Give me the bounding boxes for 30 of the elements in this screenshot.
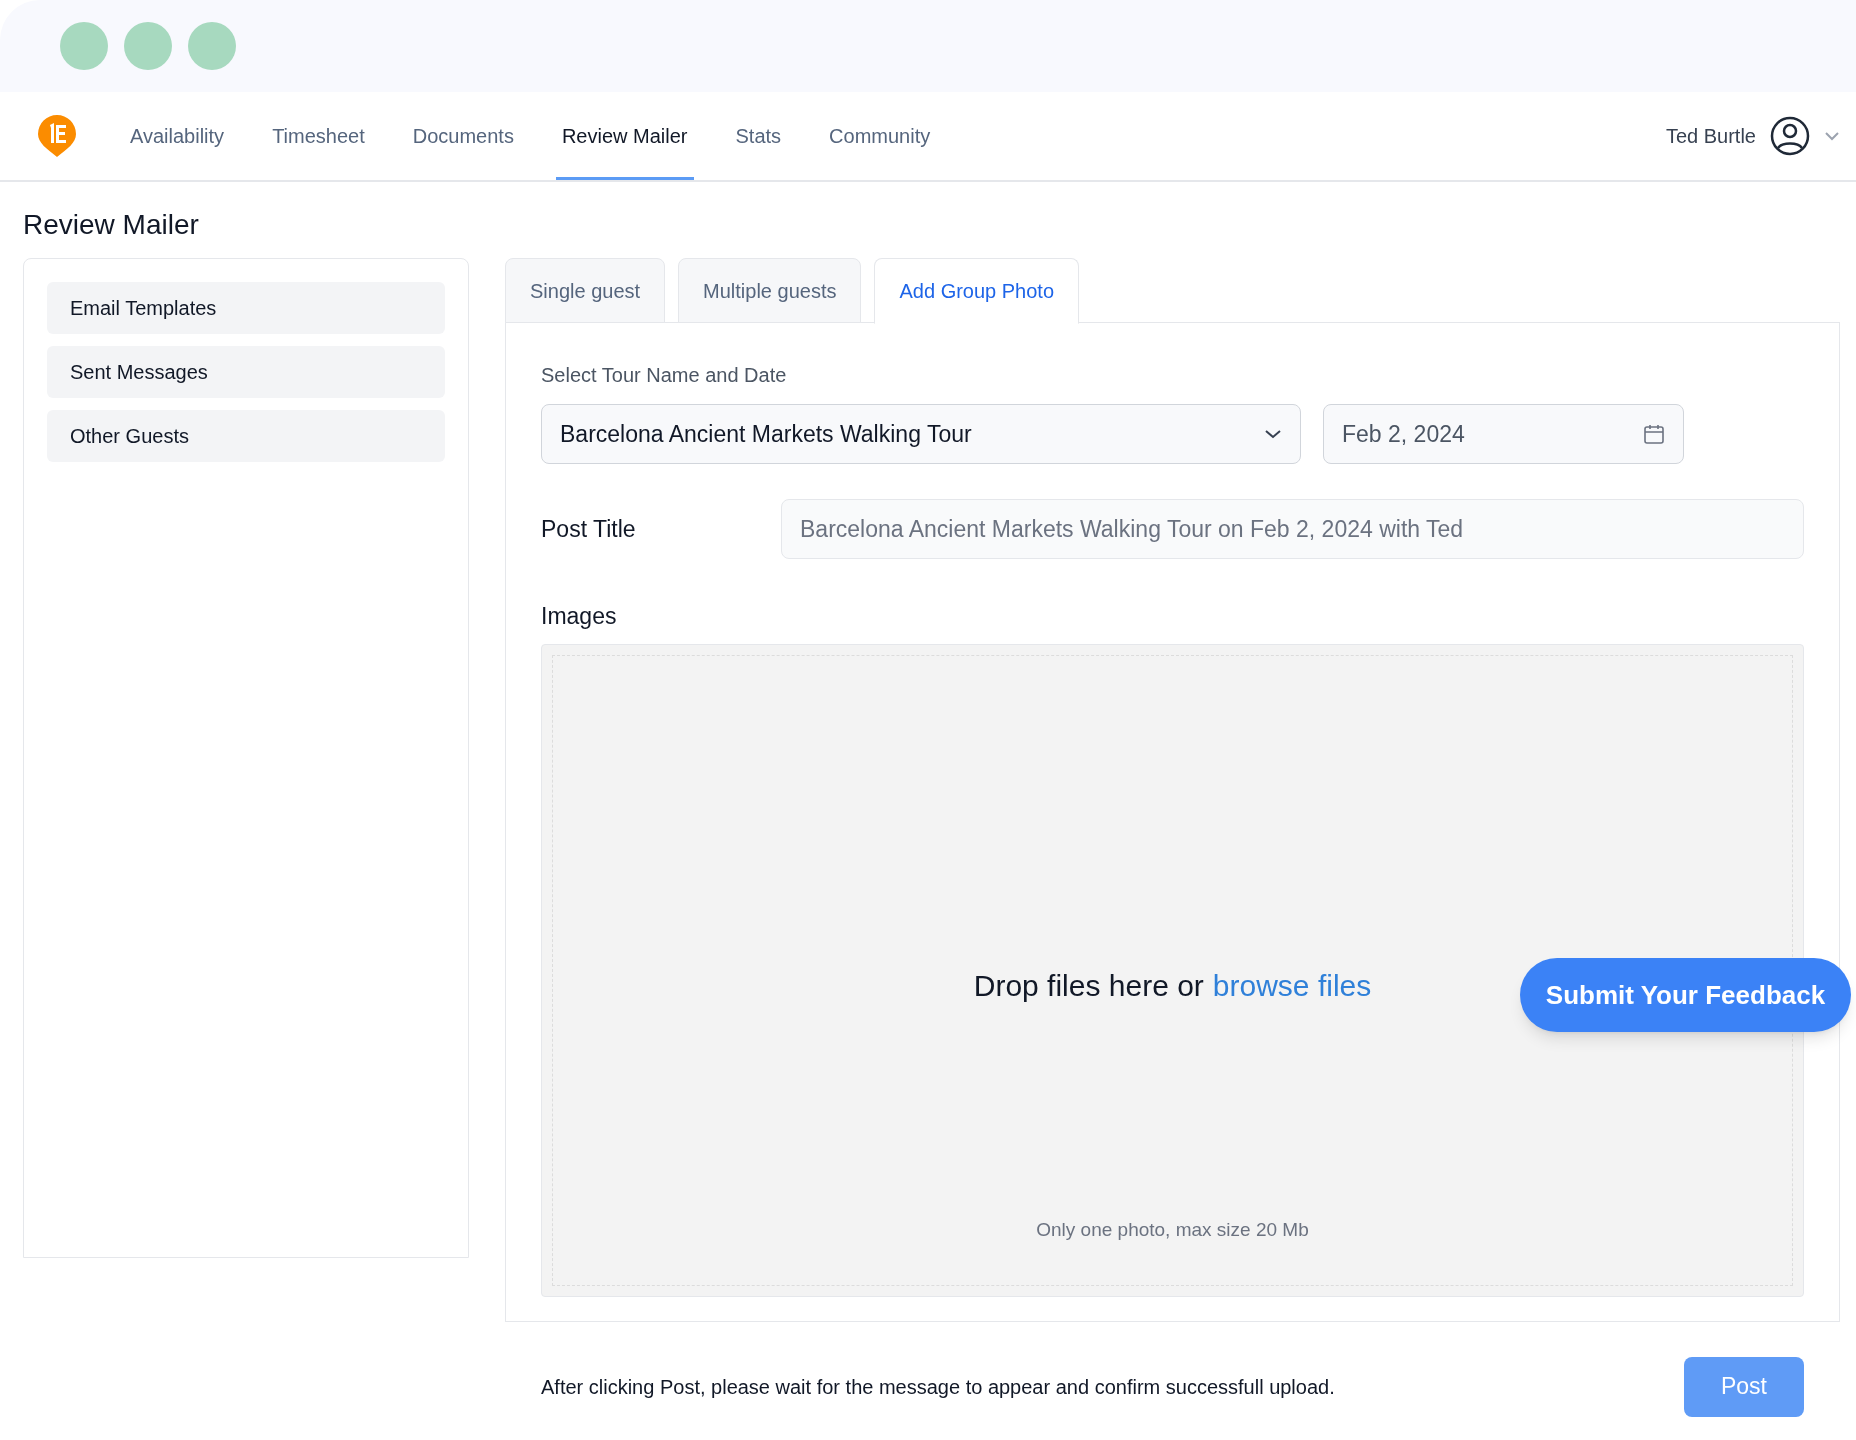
sidebar-item[interactable]: Email Templates: [47, 282, 445, 334]
calendar-icon: [1643, 423, 1665, 445]
nav-tab[interactable]: Timesheet: [266, 92, 371, 180]
user-avatar-icon[interactable]: [1770, 116, 1810, 156]
date-field[interactable]: Feb 2, 2024: [1323, 404, 1684, 464]
footer-note: After clicking Post, please wait for the message to appear and confirm successfull upload.: [541, 1374, 1336, 1400]
browse-files-link[interactable]: browse files: [1212, 963, 1372, 1009]
post-title-field[interactable]: Barcelona Ancient Markets Walking Tour on Feb 2, 2024 with Ted: [781, 499, 1804, 559]
user-name[interactable]: Ted Burtle: [1665, 121, 1756, 151]
tour-select[interactable]: Barcelona Ancient Markets Walking Tour: [541, 404, 1301, 464]
sidebar-item[interactable]: Other Guests: [47, 410, 445, 462]
nav-tab[interactable]: Stats: [729, 92, 788, 180]
chevron-down-icon: [1264, 429, 1282, 439]
sidebar-item[interactable]: Sent Messages: [47, 346, 445, 398]
logo-icon[interactable]: [38, 115, 76, 157]
nav-tab[interactable]: Review Mailer: [555, 92, 694, 180]
submit-feedback-button[interactable]: Submit Your Feedback: [1520, 958, 1851, 1032]
tab[interactable]: Multiple guests: [678, 258, 862, 323]
upload-hint: Only one photo, max size 20 Mb: [1036, 1218, 1309, 1242]
nav-tab[interactable]: Documents: [406, 92, 520, 180]
drop-text: Drop files here or: [973, 968, 1204, 1005]
chevron-down-icon[interactable]: [1824, 131, 1840, 141]
page-title: Review Mailer: [23, 208, 200, 242]
field-label: Images: [541, 602, 618, 631]
nav-tab[interactable]: Availability: [124, 92, 231, 180]
nav-tab[interactable]: Community: [823, 92, 937, 180]
field-label: Select Tour Name and Date: [541, 363, 788, 388]
field-label: Post Title: [541, 514, 637, 544]
tab[interactable]: Single guest: [505, 258, 666, 323]
tab[interactable]: Add Group Photo: [874, 258, 1080, 324]
